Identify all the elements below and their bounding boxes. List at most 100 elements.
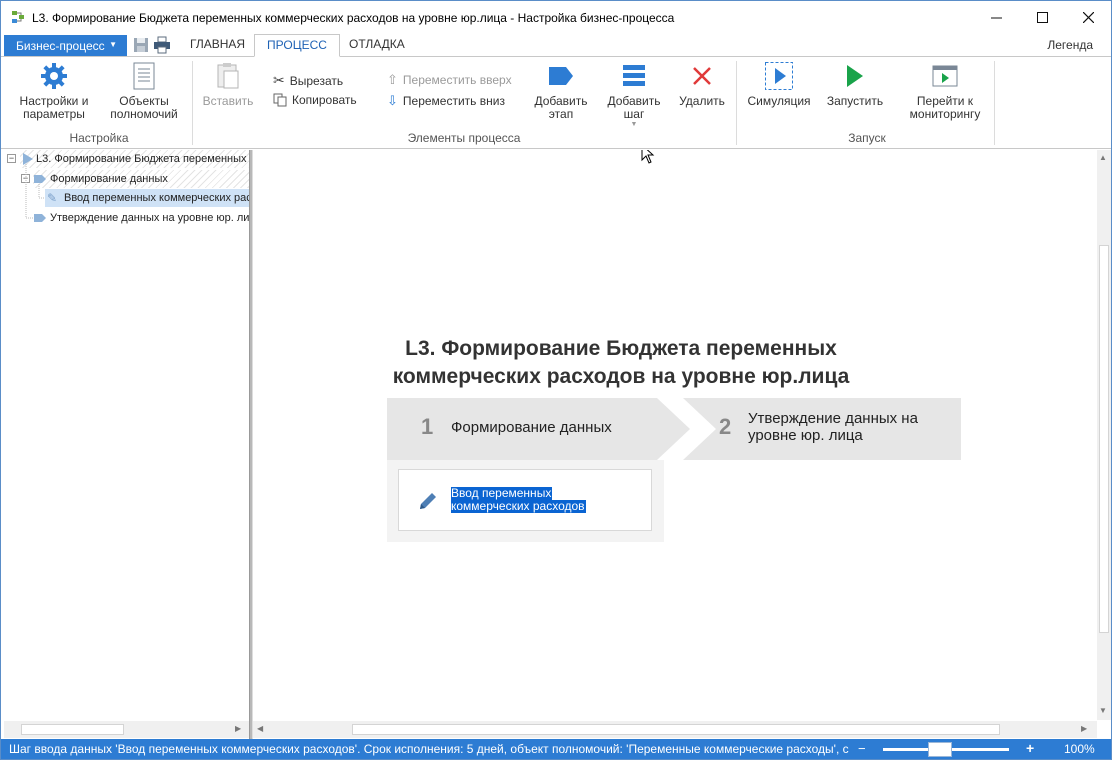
tree-horizontal-scrollbar[interactable]: ▶ xyxy=(4,721,249,738)
authority-objects-label-2: полномочий xyxy=(110,107,178,121)
app-icon xyxy=(12,11,24,23)
scroll-thumb[interactable] xyxy=(1099,245,1109,633)
zoom-slider-thumb[interactable] xyxy=(928,742,952,757)
tree-node-stage-1[interactable]: Формирование данных xyxy=(33,170,250,188)
settings-params-label-2: параметры xyxy=(23,107,85,121)
minimize-icon xyxy=(990,17,1002,18)
stage-tag-icon xyxy=(34,175,46,183)
stage-tag-icon xyxy=(549,67,573,85)
stage-2-name-line-1: Утверждение данных на xyxy=(748,410,918,427)
simulation-button[interactable]: Симуляция xyxy=(743,61,815,108)
add-step-label-2: шаг xyxy=(623,107,645,121)
cut-label: Вырезать xyxy=(289,73,344,88)
process-tree: − L3. Формирование Бюджета переменных к … xyxy=(1,150,250,740)
scissors-icon: ✂ xyxy=(273,72,285,88)
tree-node-root[interactable]: L3. Формирование Бюджета переменных к xyxy=(20,150,250,168)
group-label-settings: Настройка xyxy=(69,131,129,145)
pencil-icon: ✎ xyxy=(47,191,58,205)
chevron-down-icon: ▼ xyxy=(630,121,638,128)
step-label-line-2: коммерческих расходов xyxy=(451,499,586,513)
run-button[interactable]: Запустить xyxy=(823,61,887,108)
diagram-canvas: L3. Формирование Бюджета переменных комм… xyxy=(253,150,1098,720)
move-up-button[interactable]: ⇧ Переместить вверх xyxy=(387,72,512,88)
simulation-icon xyxy=(765,62,793,90)
delete-button[interactable]: Удалить xyxy=(673,61,731,108)
close-button[interactable] xyxy=(1065,1,1111,33)
copy-button[interactable]: Копировать xyxy=(273,93,357,107)
stage-1-name: Формирование данных xyxy=(451,419,612,436)
go-to-monitoring-button[interactable]: Перейти к мониторингу xyxy=(901,61,989,121)
gear-icon xyxy=(41,63,67,89)
arrow-down-icon: ⇩ xyxy=(387,93,398,108)
window-title: L3. Формирование Бюджета переменных комм… xyxy=(32,11,675,25)
copy-icon xyxy=(273,93,287,107)
scroll-left-arrow-icon[interactable]: ◀ xyxy=(257,724,263,733)
collapse-toggle[interactable]: − xyxy=(21,174,30,183)
save-icon[interactable] xyxy=(132,36,150,54)
move-down-button[interactable]: ⇩ Переместить вниз xyxy=(387,93,505,109)
monitoring-icon xyxy=(932,65,958,87)
zoom-level: 100% xyxy=(1064,742,1095,756)
stage-2-name-line-2: уровне юр. лица xyxy=(748,427,863,444)
tab-main[interactable]: ГЛАВНАЯ xyxy=(178,34,257,57)
scroll-up-arrow-icon[interactable]: ▲ xyxy=(1099,153,1107,162)
main-window: L3. Формирование Бюджета переменных комм… xyxy=(0,0,1112,760)
scroll-right-arrow-icon[interactable]: ▶ xyxy=(1081,724,1087,733)
stage-1-number: 1 xyxy=(421,414,434,439)
zoom-in-button[interactable]: + xyxy=(1026,740,1034,756)
minimize-button[interactable] xyxy=(973,1,1019,33)
legend-link[interactable]: Легенда xyxy=(1047,38,1093,52)
tab-debug[interactable]: ОТЛАДКА xyxy=(337,34,417,57)
maximize-button[interactable] xyxy=(1019,1,1065,33)
zoom-slider[interactable] xyxy=(883,742,1009,757)
stage-2[interactable]: 2 Утверждение данных на уровне юр. лица xyxy=(683,398,961,460)
tab-process[interactable]: ПРОЦЕСС xyxy=(254,34,340,57)
scroll-right-arrow-icon[interactable]: ▶ xyxy=(235,724,241,733)
business-process-menu-button[interactable]: Бизнес-процесс ▼ xyxy=(4,35,127,56)
scroll-down-arrow-icon[interactable]: ▼ xyxy=(1099,706,1107,715)
dropdown-arrow-icon: ▼ xyxy=(109,40,117,49)
stage-1[interactable]: 1 Формирование данных xyxy=(387,398,687,460)
process-icon xyxy=(23,153,33,165)
vertical-scrollbar[interactable]: ▲ ▼ xyxy=(1097,150,1111,720)
move-up-label: Переместить вверх xyxy=(402,73,512,87)
title-bar: L3. Формирование Бюджета переменных комм… xyxy=(1,1,1111,34)
pencil-icon xyxy=(420,493,436,509)
collapse-toggle[interactable]: − xyxy=(7,154,16,163)
cut-button[interactable]: ✂ Вырезать xyxy=(273,72,343,89)
close-icon xyxy=(1082,11,1094,23)
print-icon[interactable] xyxy=(153,36,171,54)
group-separator xyxy=(994,61,995,145)
ribbon-tab-row: Бизнес-процесс ▼ ГЛАВНАЯ ПРОЦЕСС ОТЛАДКА… xyxy=(1,34,1111,57)
copy-label: Копировать xyxy=(292,93,357,107)
delete-label: Удалить xyxy=(679,94,725,108)
zoom-out-button[interactable]: − xyxy=(858,741,866,756)
authority-objects-button[interactable]: Объекты полномочий xyxy=(103,61,185,121)
scroll-thumb[interactable] xyxy=(352,724,1000,735)
step-card-label: Ввод переменных коммерческих расходов xyxy=(451,487,586,513)
status-text: Шаг ввода данных 'Ввод переменных коммер… xyxy=(9,742,849,756)
group-label-launch: Запуск xyxy=(848,131,886,145)
scroll-thumb[interactable] xyxy=(21,724,124,735)
business-process-label: Бизнес-процесс xyxy=(16,38,105,53)
tree-node-stage-2[interactable]: Утверждение данных на уровне юр. лиц xyxy=(33,209,250,227)
paste-icon xyxy=(217,63,239,89)
canvas-horizontal-scrollbar[interactable]: ◀ ▶ xyxy=(253,721,1097,738)
add-stage-button[interactable]: Добавить этап xyxy=(527,61,595,121)
tree-node-step-1[interactable]: ✎ Ввод переменных коммерческих расх xyxy=(45,189,250,207)
tree-stage-1-label: Формирование данных xyxy=(50,173,168,185)
play-icon xyxy=(847,65,863,87)
tree-step-1-label: Ввод переменных коммерческих расх xyxy=(64,192,250,204)
run-label: Запустить xyxy=(826,94,884,108)
list-bars-icon xyxy=(623,65,645,86)
stage-2-name: Утверждение данных на уровне юр. лица xyxy=(748,410,918,444)
settings-params-button[interactable]: Настройки и параметры xyxy=(13,61,95,121)
add-step-button[interactable]: Добавить шаг ▼ xyxy=(599,61,669,129)
monitoring-label-2: мониторингу xyxy=(909,107,981,121)
paste-button[interactable]: Вставить xyxy=(199,61,257,108)
add-stage-label-2: этап xyxy=(548,107,574,121)
simulation-label: Симуляция xyxy=(747,94,811,108)
step-card[interactable]: Ввод переменных коммерческих расходов xyxy=(398,469,652,531)
arrow-up-icon: ⇧ xyxy=(387,72,398,87)
delete-x-icon xyxy=(693,67,711,85)
